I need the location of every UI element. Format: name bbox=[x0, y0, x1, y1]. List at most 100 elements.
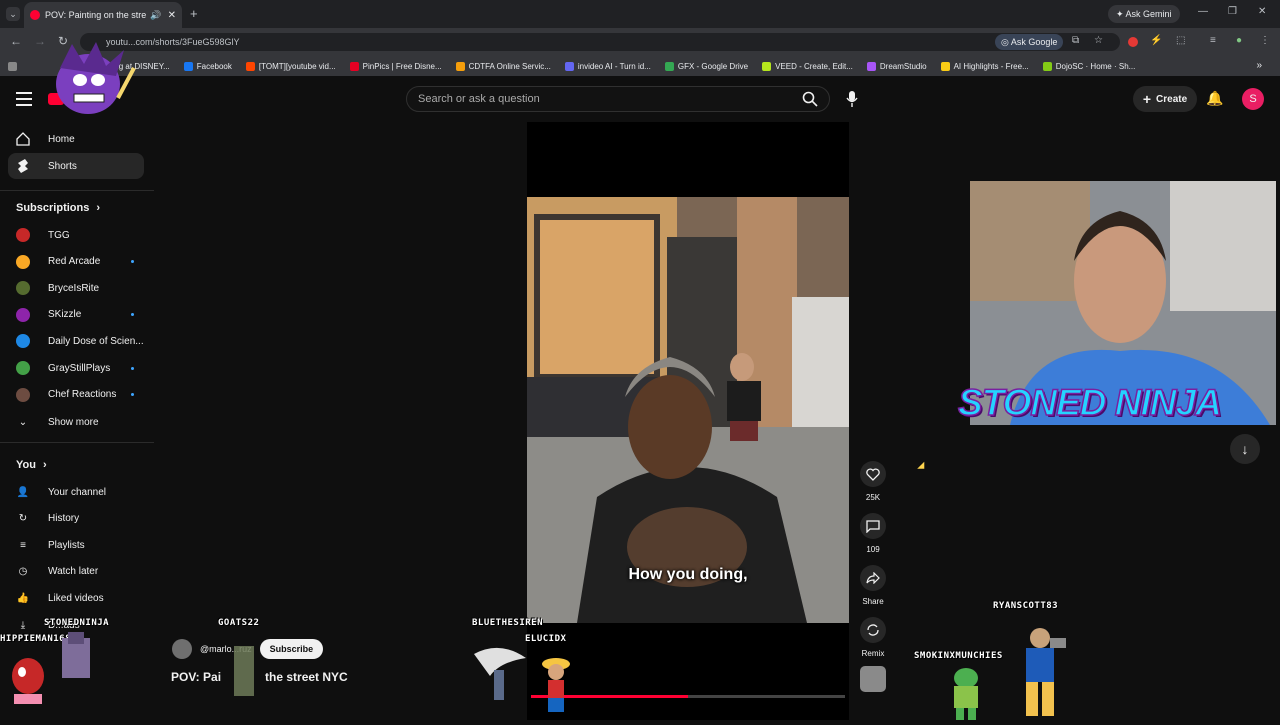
voice-search-button[interactable] bbox=[840, 86, 864, 112]
minimize-icon[interactable]: — bbox=[1198, 6, 1208, 17]
comments-button[interactable]: 109 bbox=[860, 513, 886, 554]
notifications-bell-icon[interactable]: 🔔 bbox=[1206, 90, 1223, 107]
bookmark-item[interactable]: PinPics | Free Disne... bbox=[349, 61, 442, 71]
window-close-icon[interactable]: ✕ bbox=[1258, 6, 1266, 17]
sidebar-item-you[interactable]: ≡ Playlists bbox=[8, 532, 144, 558]
hamburger-menu-icon[interactable] bbox=[16, 92, 32, 106]
your-channel-icon: 👤 bbox=[16, 486, 30, 498]
sidebar-item-label: Daily Dose of Scien... bbox=[48, 335, 144, 347]
home-icon bbox=[16, 132, 30, 146]
like-button[interactable]: 25K bbox=[860, 461, 886, 502]
channel-avatar-icon bbox=[16, 228, 30, 242]
sidebar-item-you[interactable]: ◷ Watch later bbox=[8, 559, 144, 585]
sidebar-item-shorts[interactable]: Shorts bbox=[8, 153, 144, 179]
tab-audio-icon[interactable]: 🔊 bbox=[150, 10, 161, 21]
create-label: Create bbox=[1156, 93, 1188, 105]
tab-close-icon[interactable]: ✕ bbox=[168, 10, 176, 21]
ask-gemini-button[interactable]: ✦ Ask Gemini bbox=[1108, 5, 1180, 23]
sidebar-item-subscription[interactable]: SKizzle bbox=[8, 302, 144, 328]
extensions-puzzle-icon[interactable]: ⬚ bbox=[1176, 35, 1185, 46]
chevron-down-icon: ⌄ bbox=[18, 416, 28, 428]
sidebar-item-subscription[interactable]: TGG bbox=[8, 222, 144, 248]
sidebar-item-label: GrayStillPlays bbox=[48, 362, 111, 374]
bookmark-favicon-icon bbox=[940, 61, 950, 71]
viewer-sprite-image bbox=[54, 630, 98, 690]
video-frame[interactable] bbox=[527, 197, 849, 623]
remix-button[interactable]: Remix bbox=[860, 617, 886, 658]
sidebar-item-home[interactable]: Home bbox=[8, 126, 144, 152]
sidebar-item-subscription[interactable]: GrayStillPlays bbox=[8, 355, 144, 381]
viewer-name: SMOKINXMUNCHIES bbox=[914, 651, 1003, 661]
sidebar-item-subscription[interactable]: Red Arcade bbox=[8, 249, 144, 275]
bookmark-item[interactable]: DreamStudio bbox=[866, 61, 927, 71]
bookmark-item[interactable]: DojoSC · Home · Sh... bbox=[1042, 61, 1135, 71]
apps-icon[interactable] bbox=[8, 61, 21, 71]
sidebar-divider bbox=[0, 190, 154, 191]
sidebar-item-label: Red Arcade bbox=[48, 256, 101, 268]
playlists-icon: ≡ bbox=[20, 539, 26, 551]
sound-thumbnail[interactable] bbox=[860, 666, 886, 692]
sidebar-item-label: BryceIsRite bbox=[48, 282, 100, 294]
like-count: 25K bbox=[865, 493, 881, 502]
microphone-icon bbox=[846, 91, 858, 107]
reading-list-icon[interactable]: ≡ bbox=[1210, 35, 1216, 46]
bookmarks-overflow-icon[interactable]: » bbox=[1256, 60, 1262, 71]
bookmark-star-icon[interactable]: ☆ bbox=[1094, 35, 1103, 46]
bookmark-item[interactable]: AI Highlights - Free... bbox=[940, 61, 1029, 71]
back-icon[interactable]: ← bbox=[10, 34, 22, 48]
bookmark-label: Facebook bbox=[196, 61, 232, 71]
bookmark-item[interactable]: invideo AI - Turn id... bbox=[564, 61, 651, 71]
video-progress-bar[interactable] bbox=[531, 695, 845, 698]
search-button[interactable] bbox=[796, 86, 824, 112]
bookmark-item[interactable]: [TOMT][youtube vid... bbox=[245, 61, 336, 71]
ask-google-button[interactable]: ◎ Ask Google bbox=[995, 34, 1064, 50]
new-content-dot bbox=[131, 260, 134, 264]
search-icon bbox=[802, 91, 818, 107]
show-more-button[interactable]: ⌄ Show more bbox=[8, 409, 144, 435]
watch-later-icon: ◷ bbox=[18, 566, 28, 578]
bookmark-item[interactable]: VEED - Create, Edit... bbox=[762, 61, 853, 71]
browser-menu-icon[interactable]: ⋮ bbox=[1260, 35, 1270, 46]
channel-avatar[interactable] bbox=[172, 639, 192, 659]
sidebar-item-subscription[interactable]: Daily Dose of Scien... bbox=[8, 328, 144, 354]
avatar[interactable]: S bbox=[1242, 88, 1264, 110]
bookmark-item[interactable]: Facebook bbox=[183, 61, 232, 71]
browser-tab[interactable]: POV: Painting on the street 🔊 ✕ bbox=[24, 2, 182, 28]
share-button[interactable]: Share bbox=[860, 565, 886, 606]
bookmark-label: GFX - Google Drive bbox=[677, 61, 749, 71]
next-short-button[interactable]: ↓ bbox=[1230, 434, 1260, 464]
bookmark-label: AI Highlights - Free... bbox=[953, 61, 1029, 71]
address-bar[interactable]: youtu...com/shorts/3FueG598GlY bbox=[80, 33, 1120, 51]
extension-blue-icon[interactable]: ⚡ bbox=[1150, 35, 1162, 46]
restore-icon[interactable]: ❐ bbox=[1228, 6, 1237, 17]
search-placeholder: Search or ask a question bbox=[418, 93, 540, 105]
remix-icon bbox=[860, 617, 886, 643]
tab-search-icon[interactable]: ⌄ bbox=[6, 7, 20, 21]
bookmark-favicon-icon bbox=[664, 61, 674, 71]
tab-title: POV: Painting on the street bbox=[45, 10, 147, 20]
sidebar-item-subscription[interactable]: BryceIsRite bbox=[8, 275, 144, 301]
create-button[interactable]: + Create bbox=[1133, 86, 1197, 112]
sidebar-item-you[interactable]: ↻ History bbox=[8, 506, 144, 532]
ask-google-label: Ask Google bbox=[1010, 37, 1058, 47]
viewer-sprite-image bbox=[1010, 624, 1070, 720]
new-tab-icon[interactable]: + bbox=[190, 6, 198, 21]
sidebar-item-you[interactable]: 👤 Your channel bbox=[8, 479, 144, 505]
profile-icon[interactable]: ● bbox=[1236, 35, 1242, 46]
subscriptions-heading[interactable]: Subscriptions › bbox=[16, 202, 100, 214]
youtube-favicon-icon bbox=[30, 10, 40, 20]
sidebar-item-you[interactable]: 👍 Liked videos bbox=[8, 585, 144, 611]
short-title[interactable]: POV: Pai the street NYC bbox=[171, 670, 348, 684]
search-input[interactable]: Search or ask a question bbox=[406, 86, 830, 112]
bookmark-item[interactable]: CDTFA Online Servic... bbox=[455, 61, 551, 71]
subscribe-button[interactable]: Subscribe bbox=[259, 639, 324, 659]
viewer-name: STONEDNINJA bbox=[44, 618, 110, 628]
sidebar-item-subscription[interactable]: Chef Reactions bbox=[8, 382, 144, 408]
sidebar-item-label: Playlists bbox=[48, 539, 85, 551]
viewer-sprite-image bbox=[944, 664, 988, 720]
channel-avatar-icon bbox=[16, 334, 30, 349]
extension-red-icon[interactable] bbox=[1128, 37, 1138, 47]
you-heading[interactable]: You › bbox=[16, 459, 47, 471]
install-icon[interactable]: ⧉ bbox=[1072, 35, 1079, 46]
bookmark-item[interactable]: GFX - Google Drive bbox=[664, 61, 749, 71]
